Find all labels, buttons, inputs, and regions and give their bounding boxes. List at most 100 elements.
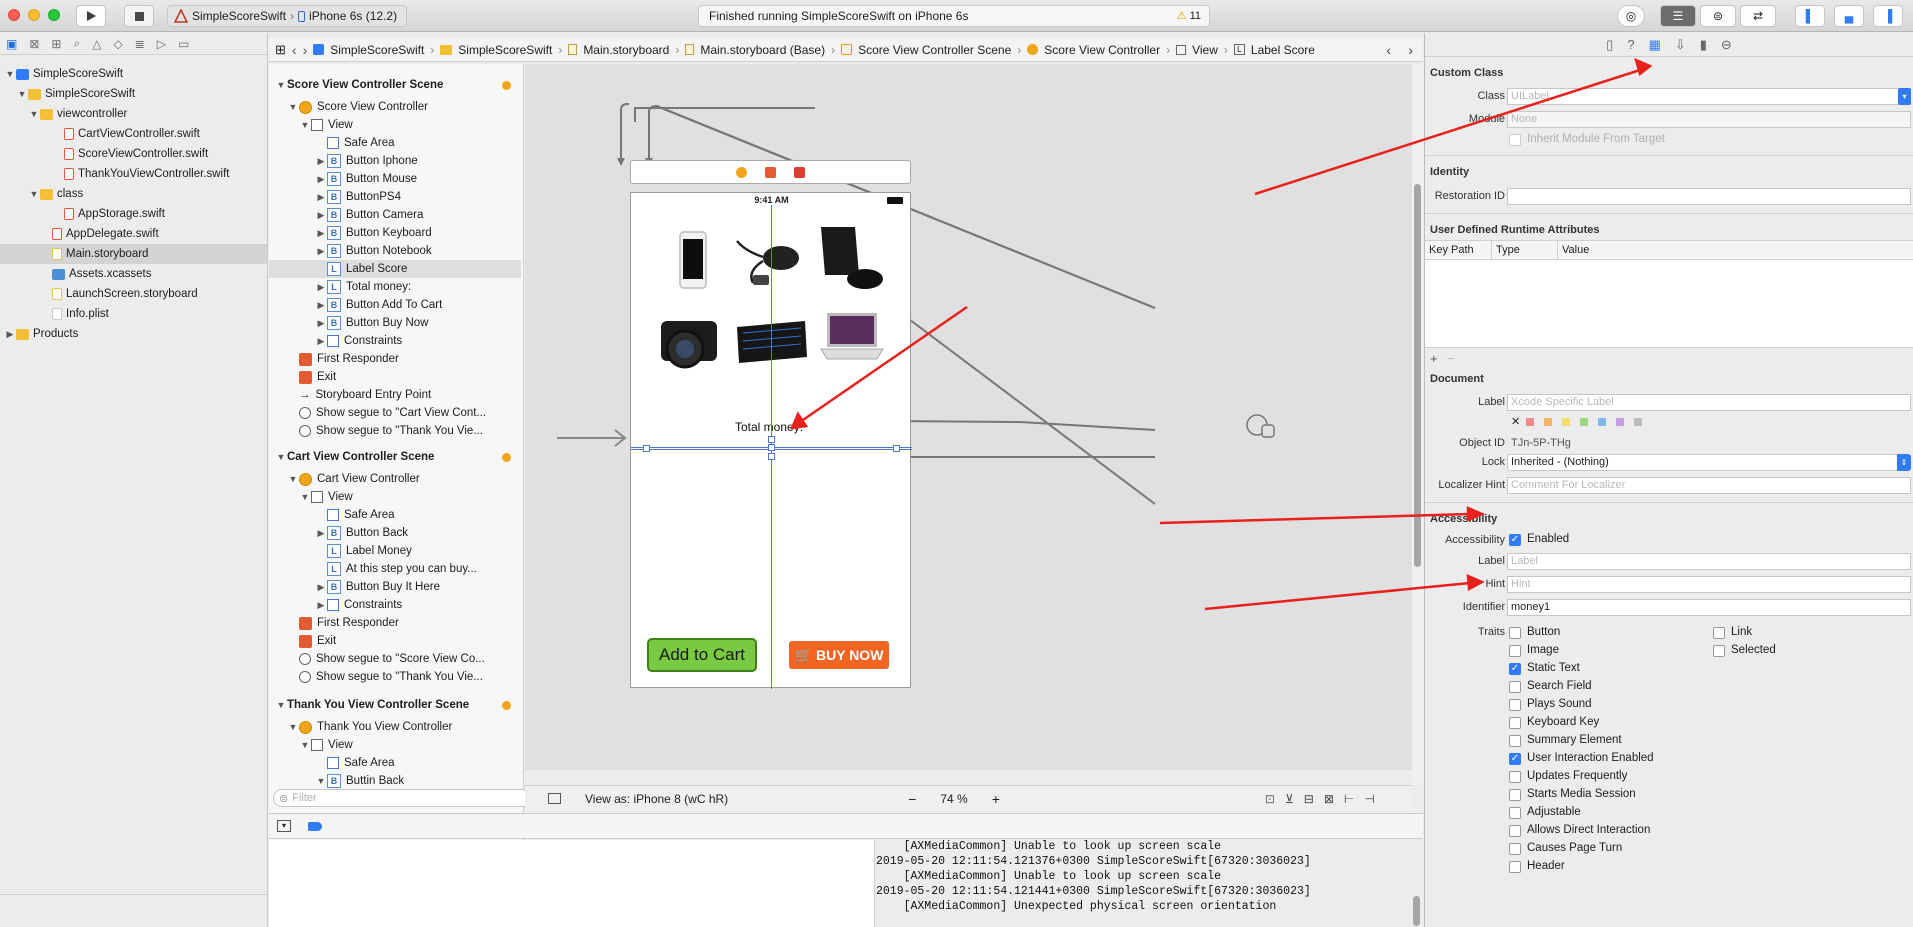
navigator-item[interactable]: ▼ SimpleScoreSwift: [0, 84, 267, 104]
zoom-in-button[interactable]: +: [992, 791, 1000, 807]
col-value[interactable]: Value: [1558, 241, 1589, 259]
navigator-item[interactable]: Assets.xcassets: [0, 264, 267, 284]
outline-row[interactable]: ▼ Cart View Controller: [269, 470, 521, 488]
disclosure-closed-icon[interactable]: ▶: [315, 600, 327, 611]
trait-checkbox[interactable]: ✓: [1509, 753, 1521, 765]
navigator-item[interactable]: ▶ Products: [0, 324, 267, 344]
inherit-module-checkbox[interactable]: [1509, 134, 1521, 146]
run-button[interactable]: [76, 5, 106, 27]
outline-row[interactable]: ▼ View: [269, 488, 521, 506]
color-label-yellow[interactable]: [1562, 418, 1570, 426]
xcode-label-field[interactable]: Xcode Specific Label: [1507, 394, 1911, 411]
assistant-editor-button[interactable]: ⊜: [1700, 5, 1736, 27]
ps4-button[interactable]: [815, 221, 887, 297]
outline-row[interactable]: ▶ B Button Add To Cart: [269, 296, 521, 314]
outline-row[interactable]: Show segue to "Cart View Cont...: [269, 404, 521, 422]
class-dropdown-button[interactable]: ▾: [1898, 88, 1911, 105]
trait-checkbox[interactable]: [1509, 843, 1521, 855]
disclosure-closed-icon[interactable]: ▶: [315, 528, 327, 539]
project-navigator-tab-icon[interactable]: ▣: [6, 37, 17, 51]
disclosure-open-icon[interactable]: ▼: [299, 492, 311, 502]
library-button[interactable]: ◎: [1617, 5, 1645, 27]
module-field[interactable]: None: [1507, 111, 1911, 128]
trait-checkbox[interactable]: [1713, 645, 1725, 657]
navigator-filter[interactable]: [0, 894, 267, 922]
trait-checkbox[interactable]: [1509, 645, 1521, 657]
zoom-window-button[interactable]: [48, 9, 60, 21]
report-tab-icon[interactable]: ▭: [178, 37, 189, 51]
navigator-item[interactable]: AppDelegate.swift: [0, 224, 267, 244]
outline-scene-row[interactable]: ▼ Score View Controller Scene: [269, 76, 521, 94]
align-icon[interactable]: ⊠: [1324, 792, 1334, 806]
iphone-scene[interactable]: 9:41 AM Total money: Add to Cart 🛒 BUY N…: [630, 192, 912, 689]
breadcrumb-3[interactable]: Main.storyboard (Base): [700, 43, 825, 57]
color-label-red[interactable]: [1526, 418, 1534, 426]
resize-handle[interactable]: [768, 453, 775, 460]
navigator-item[interactable]: CartViewController.swift: [0, 124, 267, 144]
add-constraints-icon[interactable]: ⊢: [1344, 792, 1354, 806]
notebook-button[interactable]: [819, 311, 885, 373]
remove-attribute-button[interactable]: −: [1447, 351, 1455, 366]
toggle-navigator-button[interactable]: ▌: [1795, 5, 1825, 27]
a11y-hint-field[interactable]: Hint: [1507, 576, 1911, 593]
lock-select[interactable]: Inherited - (Nothing) ⇕: [1507, 454, 1911, 471]
camera-button[interactable]: [659, 311, 721, 375]
outline-row[interactable]: First Responder: [269, 614, 521, 632]
a11y-identifier-field[interactable]: money1: [1507, 599, 1911, 616]
disclosure-open-icon[interactable]: ▼: [299, 740, 311, 750]
first-responder-icon[interactable]: [765, 166, 776, 178]
outline-row[interactable]: L Label Score: [269, 260, 521, 278]
variables-view[interactable]: [269, 840, 875, 927]
related-items-icon[interactable]: ⊞: [275, 42, 286, 58]
keyboard-button[interactable]: [735, 319, 809, 367]
breadcrumb-4[interactable]: Score View Controller Scene: [858, 43, 1011, 57]
scene-dock[interactable]: [630, 160, 911, 184]
view-controller-icon[interactable]: [736, 166, 747, 178]
trait-checkbox[interactable]: [1713, 627, 1725, 639]
outline-row[interactable]: Safe Area: [269, 506, 521, 524]
disclosure-closed-icon[interactable]: ▶: [315, 228, 327, 239]
console-scrollbar-thumb[interactable]: [1413, 896, 1420, 926]
test-tab-icon[interactable]: ◇: [113, 37, 122, 51]
navigator-item[interactable]: ▼ SimpleScoreSwift: [0, 64, 267, 84]
navigator-item[interactable]: Main.storyboard: [0, 244, 267, 264]
trait-checkbox[interactable]: [1509, 825, 1521, 837]
localizer-hint-field[interactable]: Comment For Localizer: [1507, 477, 1911, 494]
trait-checkbox[interactable]: [1509, 735, 1521, 747]
size-inspector-icon[interactable]: ▮: [1700, 37, 1707, 53]
outline-row[interactable]: ▼ Thank You View Controller: [269, 718, 521, 736]
back-icon[interactable]: ‹: [292, 42, 297, 58]
disclosure-open-icon[interactable]: ▼: [16, 89, 28, 99]
standard-editor-button[interactable]: ☰: [1660, 5, 1696, 27]
scheme-selector[interactable]: SimpleScoreSwift › iPhone 6s (12.2): [167, 5, 407, 27]
add-attribute-button[interactable]: +: [1430, 351, 1438, 366]
disclosure-open-icon[interactable]: ▼: [275, 452, 287, 462]
resize-handle[interactable]: [768, 444, 775, 451]
file-inspector-icon[interactable]: ▯: [1606, 37, 1613, 53]
outline-row[interactable]: Show segue to "Thank You Vie...: [269, 668, 521, 686]
outline-row[interactable]: ▶ B Button Keyboard: [269, 224, 521, 242]
color-label-green[interactable]: [1580, 418, 1588, 426]
resolve-issues-icon[interactable]: ⊣: [1364, 792, 1374, 806]
disclosure-open-icon[interactable]: ▼: [287, 474, 299, 484]
disclosure-open-icon[interactable]: ▼: [299, 120, 311, 130]
disclosure-closed-icon[interactable]: ▶: [315, 282, 327, 293]
help-inspector-icon[interactable]: ?: [1627, 37, 1634, 52]
trait-checkbox[interactable]: [1509, 771, 1521, 783]
outline-row[interactable]: L At this step you can buy...: [269, 560, 521, 578]
disclosure-closed-icon[interactable]: ▶: [315, 336, 327, 347]
outline-row[interactable]: ▶ B Button Buy It Here: [269, 578, 521, 596]
version-editor-button[interactable]: ⇄: [1740, 5, 1776, 27]
forward-icon[interactable]: ›: [303, 42, 308, 58]
disclosure-open-icon[interactable]: ▼: [315, 776, 327, 786]
storyboard-canvas[interactable]: 9:41 AM Total money: Add to Cart 🛒 BUY N…: [525, 64, 1412, 770]
outline-scene-row[interactable]: ▼ Thank You View Controller Scene: [269, 696, 521, 714]
attributes-inspector-icon[interactable]: ⇩: [1675, 37, 1686, 53]
trait-checkbox[interactable]: [1509, 627, 1521, 639]
outline-row[interactable]: ▶ B Button Buy Now: [269, 314, 521, 332]
navigator-item[interactable]: AppStorage.swift: [0, 204, 267, 224]
trait-checkbox[interactable]: [1509, 861, 1521, 873]
debug-tab-icon[interactable]: ≣: [135, 37, 145, 51]
outline-filter-field[interactable]: ⊜ Filter: [273, 789, 531, 807]
connections-inspector-icon[interactable]: ⊖: [1721, 37, 1732, 53]
